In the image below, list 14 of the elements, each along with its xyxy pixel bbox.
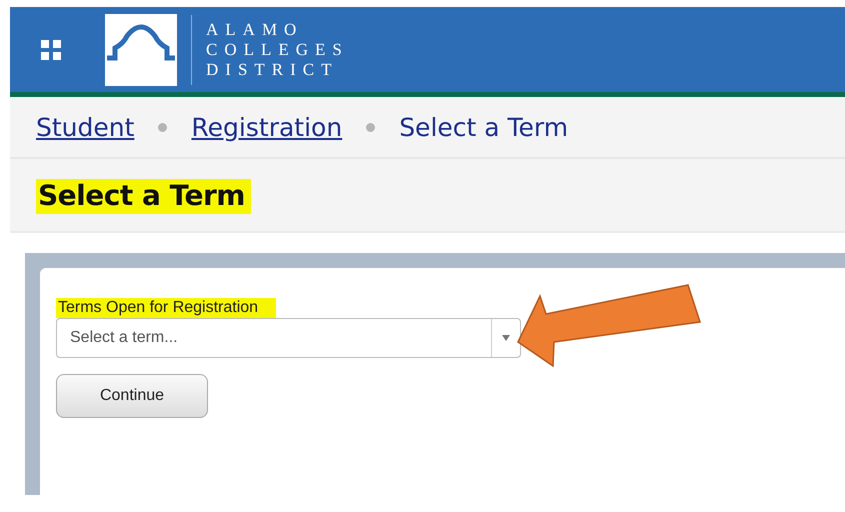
- breadcrumb-link[interactable]: Registration: [191, 112, 342, 142]
- logo-text: DISTRICT: [206, 60, 340, 80]
- logo-text: ALAMO: [206, 20, 304, 40]
- separator-dot: [366, 122, 376, 132]
- page-heading: Select a Term: [36, 179, 251, 214]
- breadcrumb-current: Select a Term: [399, 112, 568, 142]
- separator-dot: [158, 122, 168, 132]
- logo-text: COLLEGES: [206, 40, 349, 60]
- breadcrumb-link[interactable]: Student: [36, 112, 134, 142]
- field-label: Terms Open for Registration: [56, 298, 276, 318]
- apps-grid-icon[interactable]: [41, 40, 61, 60]
- caret-icon: [502, 335, 510, 341]
- term-select[interactable]: Select a term...: [56, 318, 521, 358]
- continue-button[interactable]: Continue: [56, 374, 208, 418]
